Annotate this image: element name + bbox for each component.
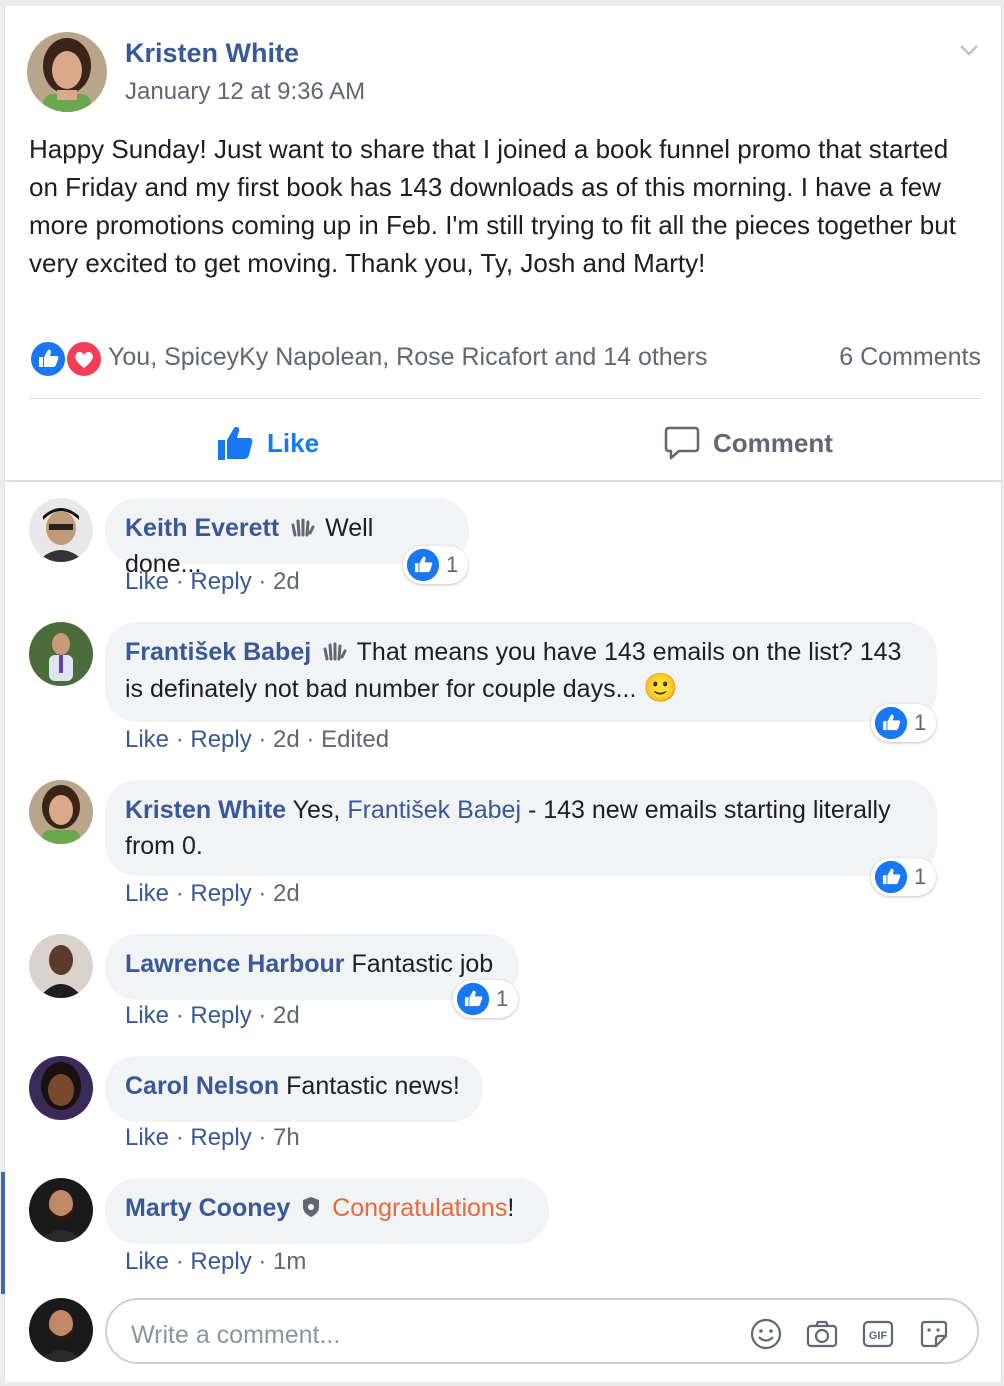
comment-time[interactable]: 2d [273, 1002, 300, 1029]
comment-bubble: Carol Nelson Fantastic news! [105, 1056, 483, 1122]
like-count: 1 [914, 710, 927, 735]
commenter-avatar[interactable] [29, 1056, 93, 1120]
comment-reply-link[interactable]: Reply [190, 880, 251, 907]
commenter-name[interactable]: Carol Nelson [125, 1072, 279, 1100]
comment-reply-link[interactable]: Reply [190, 1002, 251, 1029]
comment-time[interactable]: 1m [273, 1248, 306, 1275]
smile-emoji-icon: 🙂 [643, 672, 679, 703]
comment-edited[interactable]: Edited [321, 726, 389, 753]
comment-reply-link[interactable]: Reply [190, 1248, 251, 1275]
comment-like-count[interactable]: 1 [403, 546, 469, 584]
like-count: 1 [914, 864, 927, 889]
like-reaction-icon [874, 860, 908, 894]
comment-button[interactable]: Comment [663, 418, 833, 468]
post-timestamp[interactable]: January 12 at 9:36 AM [125, 78, 365, 106]
comment-text: Fantastic news! [286, 1072, 460, 1100]
comment-time[interactable]: 2d [273, 880, 300, 907]
comment-like-link[interactable]: Like [125, 1002, 169, 1029]
like-count: 1 [496, 986, 509, 1011]
comment-button-label: Comment [713, 427, 833, 458]
comment-like-link[interactable]: Like [125, 726, 169, 753]
comment-input-placeholder[interactable]: Write a comment... [131, 1321, 340, 1350]
wave-badge-icon [323, 642, 347, 661]
comment-like-link[interactable]: Like [125, 880, 169, 907]
section-divider [5, 480, 1001, 482]
comment-reply-link[interactable]: Reply [190, 726, 251, 753]
commenter-name[interactable]: Keith Everett [125, 514, 279, 542]
comment-text: ! [507, 1194, 515, 1222]
comment-time[interactable]: 2d [273, 726, 300, 753]
love-reaction-icon [65, 340, 103, 378]
commenter-avatar[interactable] [29, 498, 93, 562]
comment-meta: Like · Reply · 2d [125, 1002, 300, 1029]
commenter-avatar[interactable] [29, 934, 93, 998]
commenter-avatar[interactable] [29, 622, 93, 686]
wave-badge-icon [291, 518, 315, 537]
comment-like-count[interactable]: 1 [871, 704, 937, 742]
emoji-icon[interactable] [749, 1317, 783, 1351]
comment-reply-link[interactable]: Reply [190, 1124, 251, 1151]
comment-text-highlight: Congratulations [332, 1194, 508, 1222]
like-button[interactable]: Like [215, 418, 319, 468]
new-comment-indicator [1, 1172, 5, 1294]
camera-icon[interactable] [805, 1317, 839, 1351]
mention-link[interactable]: František Babej [347, 796, 521, 824]
comment-like-count[interactable]: 1 [871, 858, 937, 896]
comment-text: Yes, [292, 796, 341, 824]
commenter-name[interactable]: Lawrence Harbour [125, 950, 345, 978]
reactions-names[interactable]: You, SpiceyKy Napolean, Rose Ricafort an… [108, 343, 707, 372]
comment-text: Fantastic job [351, 950, 494, 978]
comment-bubble: Marty Cooney Congratulations! [105, 1178, 549, 1244]
author-avatar[interactable] [27, 32, 107, 112]
commenter-name[interactable]: Kristen White [125, 796, 286, 824]
like-button-label: Like [267, 427, 320, 458]
commenter-name[interactable]: František Babej [125, 638, 311, 666]
like-reaction-icon [406, 548, 440, 582]
admin-shield-icon [303, 1197, 320, 1217]
like-reaction-icon [456, 982, 490, 1016]
comment-reply-link[interactable]: Reply [190, 568, 251, 595]
comment-like-count[interactable]: 1 [453, 980, 519, 1018]
comments-count[interactable]: 6 Comments [839, 343, 981, 372]
comment-time[interactable]: 7h [273, 1124, 300, 1151]
comment-icon [664, 426, 700, 460]
svg-text:GIF: GIF [869, 1330, 888, 1342]
comment-meta: Like · Reply · 2d [125, 880, 300, 907]
comment-time[interactable]: 2d [273, 568, 300, 595]
divider [29, 398, 981, 399]
comment-like-link[interactable]: Like [125, 568, 169, 595]
like-reaction-icon [29, 340, 67, 378]
comment-meta: Like · Reply · 1m [125, 1248, 307, 1275]
like-reaction-icon [874, 706, 908, 740]
commenter-avatar[interactable] [29, 1178, 93, 1242]
current-user-avatar[interactable] [29, 1298, 93, 1362]
author-name[interactable]: Kristen White [125, 38, 299, 69]
thumbs-up-icon [218, 427, 253, 460]
comment-meta: Like · Reply · 2d [125, 568, 300, 595]
comment-meta: Like · Reply · 7h [125, 1124, 300, 1151]
like-count: 1 [446, 552, 459, 577]
chevron-down-icon[interactable] [955, 36, 983, 64]
comment-like-link[interactable]: Like [125, 1124, 169, 1151]
commenter-name[interactable]: Marty Cooney [125, 1194, 290, 1222]
comment-bubble: František Babej That means you have 143 … [105, 622, 937, 722]
commenter-avatar[interactable] [29, 780, 93, 844]
sticker-icon[interactable] [917, 1317, 951, 1351]
post-body: Happy Sunday! Just want to share that I … [29, 134, 956, 278]
comment-like-link[interactable]: Like [125, 1248, 169, 1275]
post-card: Kristen White January 12 at 9:36 AM Happ… [1, 6, 1002, 1382]
comment-meta: Like · Reply · 2d · Edited [125, 726, 390, 753]
comment-bubble: Kristen White Yes, František Babej - 143… [105, 780, 937, 876]
gif-icon[interactable]: GIF [861, 1317, 895, 1351]
